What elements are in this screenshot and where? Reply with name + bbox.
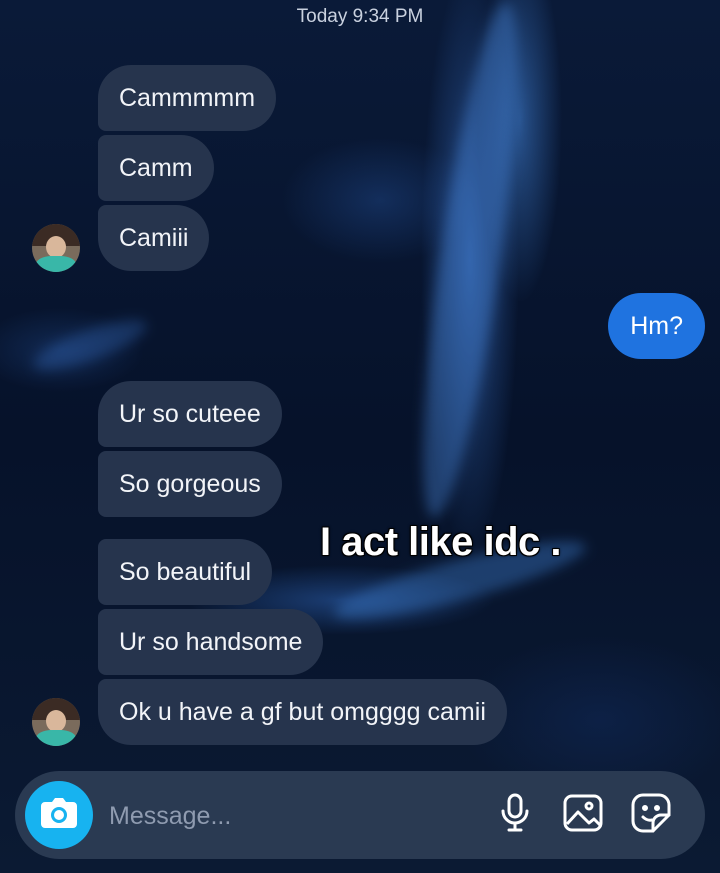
camera-icon bbox=[41, 797, 77, 833]
sent-message[interactable]: Hm? bbox=[608, 293, 705, 359]
microphone-button[interactable] bbox=[493, 793, 537, 837]
message-timestamp: Today 9:34 PM bbox=[296, 6, 424, 27]
received-message[interactable]: Ur so handsome bbox=[98, 609, 324, 675]
received-message[interactable]: Ur so cuteee bbox=[98, 381, 282, 447]
received-message[interactable]: So gorgeous bbox=[98, 451, 282, 517]
received-message[interactable]: So beautiful bbox=[98, 539, 273, 605]
received-message[interactable]: Camiii bbox=[98, 205, 210, 271]
sticker-button[interactable] bbox=[629, 793, 673, 837]
message-composer bbox=[15, 771, 705, 861]
received-message[interactable]: Cammmmm bbox=[98, 65, 277, 131]
gallery-icon bbox=[563, 794, 603, 837]
contact-avatar[interactable] bbox=[32, 224, 80, 272]
message-input[interactable] bbox=[107, 771, 471, 861]
camera-button[interactable] bbox=[25, 781, 93, 849]
received-message[interactable]: Camm bbox=[98, 135, 214, 201]
received-message[interactable]: Ok u have a gf but omgggg camii bbox=[98, 679, 507, 745]
microphone-icon bbox=[500, 793, 530, 838]
contact-avatar[interactable] bbox=[32, 698, 80, 746]
overlay-caption: I act like idc . bbox=[320, 520, 562, 564]
gallery-button[interactable] bbox=[561, 793, 605, 837]
sticker-icon bbox=[631, 793, 671, 838]
